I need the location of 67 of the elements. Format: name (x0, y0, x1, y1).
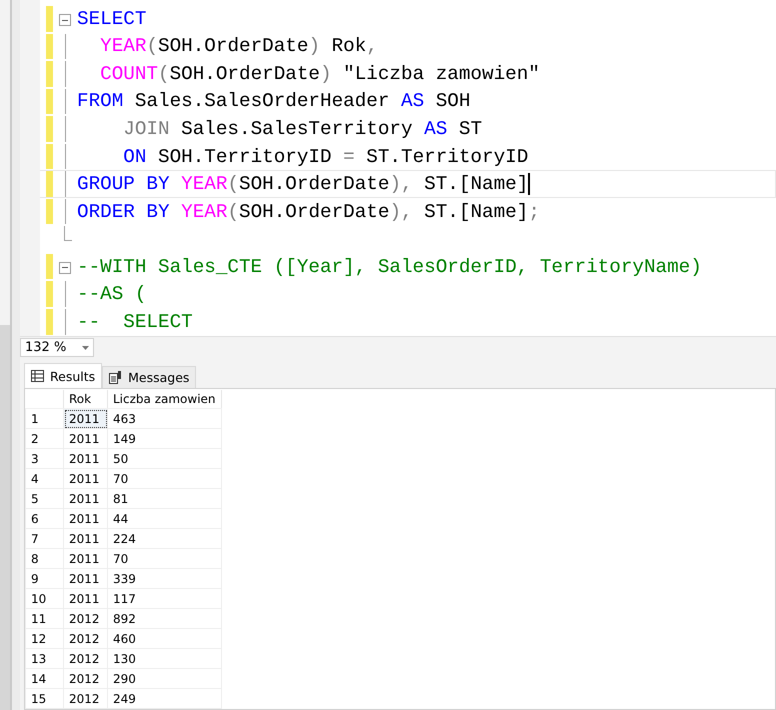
code-line: YEAR(SOH.OrderDate) Rok, (99, 35, 378, 58)
code-line: FROM Sales.SalesOrderHeader AS SOH (77, 90, 470, 112)
code-line: GROUP BY YEAR(SOH.OrderDate), ST.[Name] (77, 173, 528, 196)
row-number: 2 (26, 428, 64, 449)
table-cell: 2012 (64, 608, 108, 629)
code-line: COUNT(SOH.OrderDate) "Liczba zamowien" (99, 62, 540, 85)
row-number: 3 (26, 448, 64, 469)
table-cell: 149 (108, 428, 222, 449)
code-line: -- SELECT (77, 310, 193, 333)
table-cell: 2011 (64, 428, 108, 449)
code-line: ON SOH.TerritoryID = ST.TerritoryID (122, 146, 528, 168)
table-cell: 2011 (64, 588, 108, 609)
table-cell: 2011 (64, 448, 108, 469)
code-line: SELECT (77, 8, 146, 30)
table-cell: 2012 (64, 688, 108, 709)
table-cell: 892 (108, 608, 222, 629)
table-cell: 130 (108, 648, 222, 669)
code-line: --AS ( (77, 283, 146, 306)
table-cell: 2011 (64, 468, 108, 489)
code-line: ORDER BY YEAR(SOH.OrderDate), ST.[Name]; (77, 200, 540, 223)
table-cell: 2012 (64, 628, 108, 649)
row-number: 11 (26, 608, 64, 629)
table-cell: 117 (108, 588, 222, 609)
table-cell: 81 (108, 488, 222, 509)
table-cell: 2011 (64, 488, 108, 509)
table-cell: 70 (108, 468, 222, 489)
code-line: JOIN Sales.SalesTerritory AS ST (122, 118, 482, 140)
grid-icon (31, 370, 44, 382)
row-number: 10 (26, 588, 64, 609)
table-cell: 339 (108, 568, 222, 589)
results-tab[interactable]: Results (24, 363, 102, 388)
table-cell: 290 (108, 668, 222, 689)
table-cell: 2012 (64, 648, 108, 669)
table-cell: 50 (108, 448, 222, 469)
code-editor[interactable] (40, 0, 776, 336)
table-cell: 463 (108, 408, 222, 429)
results-tab[interactable]: Messages (102, 366, 196, 388)
table-cell: 460 (108, 628, 222, 649)
row-number: 15 (26, 688, 64, 709)
row-number: 5 (26, 488, 64, 509)
table-cell: 2012 (64, 668, 108, 689)
caret-icon (82, 346, 89, 350)
table-cell: 2011 (64, 568, 108, 589)
code-line: --WITH Sales_CTE ([Year], SalesOrderID, TerritoryName) (77, 256, 702, 278)
zoom-dropdown[interactable]: 132 % (20, 338, 94, 358)
table-cell: 2011 (64, 408, 108, 429)
row-number: 4 (26, 468, 64, 489)
document-icon (109, 371, 122, 384)
table-cell: 2011 (64, 548, 108, 569)
table-cell: 2011 (64, 508, 108, 529)
table-cell: 224 (108, 528, 222, 549)
row-number: 12 (26, 628, 64, 649)
table-cell: 70 (108, 548, 222, 569)
row-number: 7 (26, 528, 64, 549)
row-number: 6 (26, 508, 64, 529)
row-number: 14 (26, 668, 64, 689)
text-cursor (528, 173, 530, 196)
corner-header (26, 390, 64, 409)
table-cell: 249 (108, 688, 222, 709)
row-number: 13 (26, 648, 64, 669)
table-cell: 2011 (64, 528, 108, 549)
row-number: 8 (26, 548, 64, 569)
collapse-icon[interactable] (59, 14, 71, 26)
collapse-icon[interactable] (59, 262, 71, 274)
row-number: 9 (26, 568, 64, 589)
column-header[interactable]: Liczba zamowien (108, 390, 222, 409)
table-cell: 44 (108, 508, 222, 529)
